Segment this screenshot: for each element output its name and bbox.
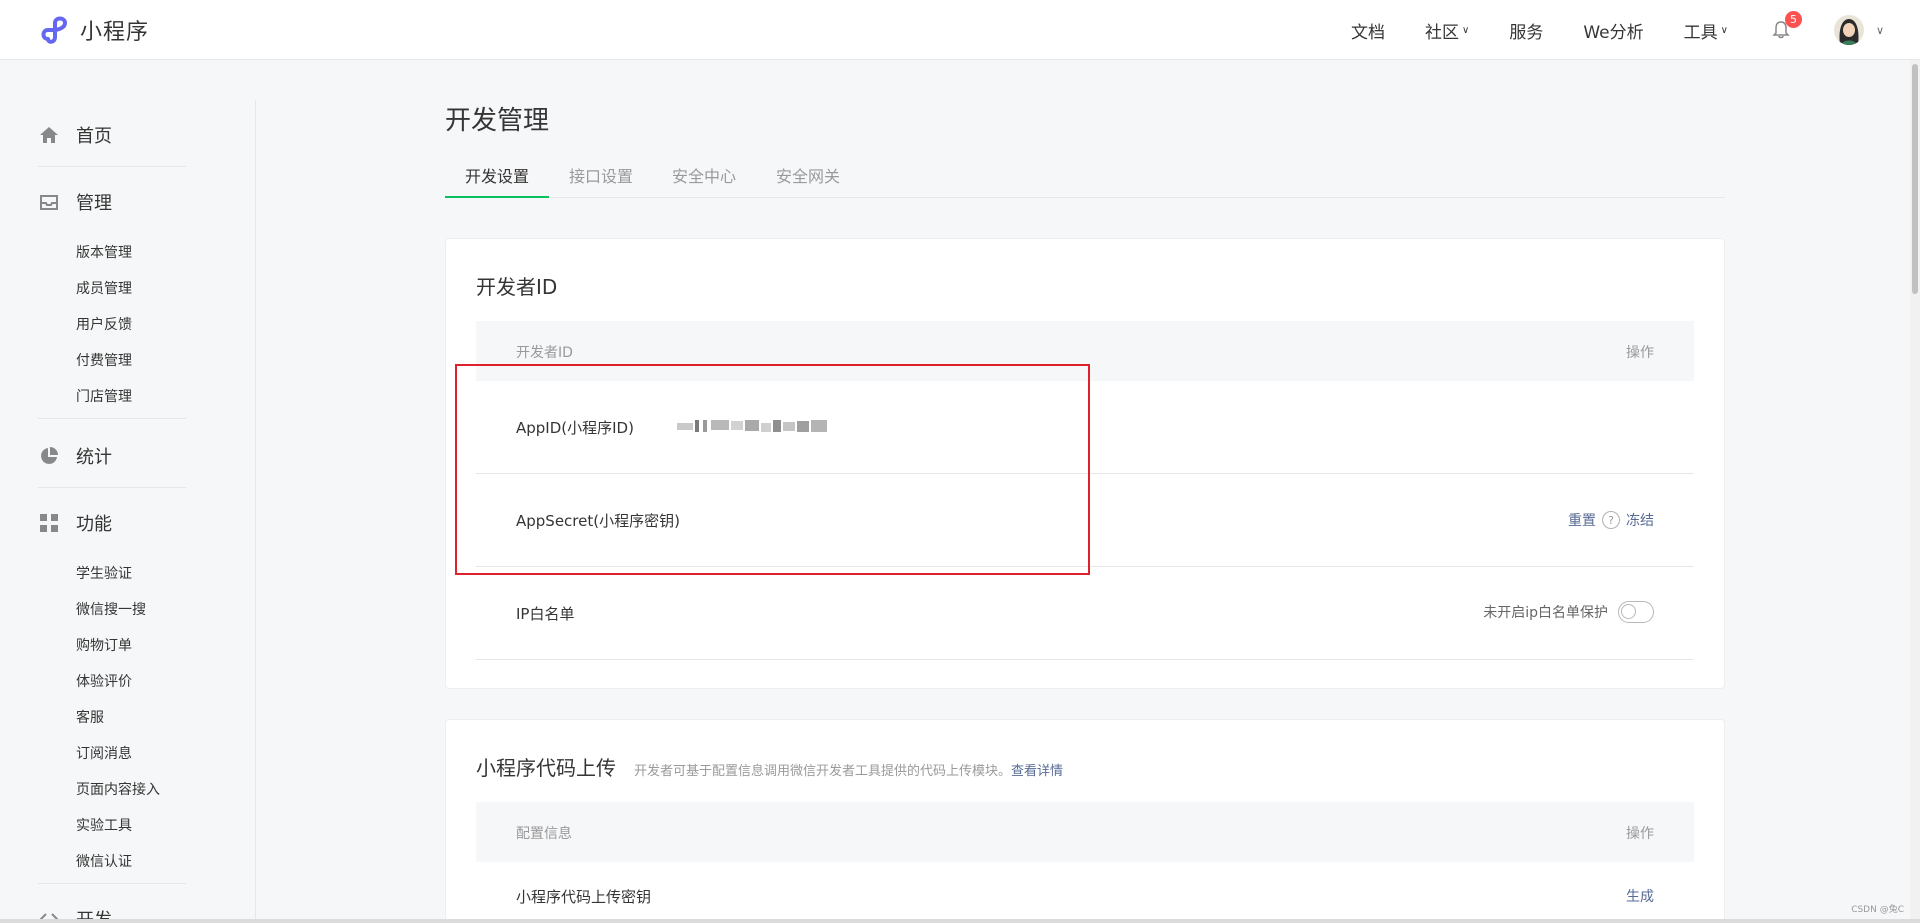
sidebar-item-features[interactable]: 功能 bbox=[38, 510, 112, 536]
view-details-link[interactable]: 查看详情 bbox=[1011, 764, 1063, 779]
ip-whitelist-toggle[interactable] bbox=[1618, 601, 1654, 623]
upload-key-label: 小程序代码上传密钥 bbox=[516, 888, 652, 906]
nav-analytics-label: We分析 bbox=[1583, 22, 1644, 43]
nav-community[interactable]: 社区 ∨ bbox=[1425, 18, 1469, 43]
sidebar-subitem-page-content[interactable]: 页面内容接入 bbox=[76, 779, 160, 799]
toggle-knob bbox=[1621, 604, 1636, 619]
mini-program-logo-icon bbox=[41, 16, 68, 44]
sidebar-subitem-version[interactable]: 版本管理 bbox=[76, 242, 132, 262]
tab-security-gateway[interactable]: 安全网关 bbox=[776, 163, 840, 198]
highlight-annotation-box bbox=[455, 364, 1090, 575]
sidebar-divider bbox=[38, 418, 186, 419]
home-icon bbox=[38, 124, 60, 146]
code-upload-description: 开发者可基于配置信息调用微信开发者工具提供的代码上传模块。 bbox=[634, 764, 1012, 779]
sidebar-item-label: 管理 bbox=[76, 193, 112, 214]
sidebar-subitem-members[interactable]: 成员管理 bbox=[76, 278, 132, 298]
logo-text: 小程序 bbox=[80, 20, 150, 45]
mini-program-logo[interactable]: 小程序 bbox=[38, 13, 149, 47]
sidebar-divider bbox=[38, 883, 186, 884]
tab-dev-settings[interactable]: 开发设置 bbox=[445, 163, 550, 198]
card-title: 开发者ID bbox=[476, 275, 558, 299]
page-scrollbar[interactable] bbox=[1910, 60, 1920, 923]
card-title: 小程序代码上传 开发者可基于配置信息调用微信开发者工具提供的代码上传模块。查看详情 bbox=[476, 752, 1063, 781]
top-nav: 文档 社区 ∨ 服务 We分析 工具 ∨ 5 ∨ bbox=[1311, 0, 1884, 60]
sidebar-subitem-reviews[interactable]: 体验评价 bbox=[76, 671, 132, 691]
appsecret-actions: 重置 ? 冻结 bbox=[1568, 510, 1654, 530]
nav-analytics[interactable]: We分析 bbox=[1583, 18, 1643, 43]
chevron-down-icon: ∨ bbox=[1720, 24, 1728, 36]
sidebar: 首页 管理 版本管理 成员管理 用户反馈 付费管理 门店管理 统计 功能 学生验… bbox=[0, 100, 256, 923]
sidebar-subitem-lab-tools[interactable]: 实验工具 bbox=[76, 815, 132, 835]
sidebar-subitem-stores[interactable]: 门店管理 bbox=[76, 386, 132, 406]
sidebar-subitem-student-verify[interactable]: 学生验证 bbox=[76, 563, 132, 583]
horizontal-scrollbar[interactable] bbox=[0, 919, 1920, 923]
sidebar-item-manage[interactable]: 管理 bbox=[38, 189, 112, 215]
header-config-info: 配置信息 bbox=[516, 826, 572, 842]
sidebar-subitem-subscribe[interactable]: 订阅消息 bbox=[76, 743, 132, 763]
table-row-ip-whitelist: IP白名单 未开启ip白名单保护 bbox=[476, 567, 1694, 660]
ip-whitelist-status: 未开启ip白名单保护 bbox=[1483, 605, 1608, 621]
ip-whitelist-control: 未开启ip白名单保护 bbox=[1483, 601, 1654, 623]
freeze-link[interactable]: 冻结 bbox=[1626, 510, 1654, 530]
notification-badge: 5 bbox=[1784, 11, 1802, 28]
notification-button[interactable]: 5 bbox=[1768, 11, 1802, 43]
nav-tools[interactable]: 工具 ∨ bbox=[1684, 18, 1728, 43]
sidebar-subitem-feedback[interactable]: 用户反馈 bbox=[76, 314, 132, 334]
sidebar-item-label: 功能 bbox=[76, 514, 112, 535]
sidebar-item-label: 统计 bbox=[76, 447, 112, 468]
nav-tools-label: 工具 bbox=[1683, 22, 1718, 43]
chevron-down-icon: ∨ bbox=[1462, 24, 1470, 36]
avatar[interactable] bbox=[1833, 15, 1864, 45]
scrollbar-thumb[interactable] bbox=[1912, 64, 1918, 294]
nav-services-label: 服务 bbox=[1509, 22, 1544, 43]
ip-whitelist-label: IP白名单 bbox=[516, 605, 575, 623]
table-row-upload-key: 小程序代码上传密钥 生成 bbox=[476, 862, 1694, 923]
tab-security-center[interactable]: 安全中心 bbox=[672, 163, 736, 198]
chevron-down-icon[interactable]: ∨ bbox=[1876, 24, 1884, 37]
top-navigation-bar: 小程序 文档 社区 ∨ 服务 We分析 工具 ∨ 5 ∨ bbox=[0, 0, 1920, 60]
reset-link[interactable]: 重置 bbox=[1568, 510, 1596, 530]
sidebar-item-home[interactable]: 首页 bbox=[38, 122, 112, 148]
code-upload-card: 小程序代码上传 开发者可基于配置信息调用微信开发者工具提供的代码上传模块。查看详情… bbox=[445, 719, 1725, 923]
nav-docs-label: 文档 bbox=[1351, 22, 1385, 43]
sidebar-subitem-customer-service[interactable]: 客服 bbox=[76, 707, 104, 727]
header-actions: 操作 bbox=[1626, 345, 1654, 361]
nav-services[interactable]: 服务 bbox=[1509, 18, 1543, 43]
nav-community-label: 社区 bbox=[1425, 22, 1459, 43]
tab-bar: 开发设置 接口设置 安全中心 安全网关 bbox=[445, 163, 1725, 198]
sidebar-subitem-wechat-verify[interactable]: 微信认证 bbox=[76, 851, 132, 871]
page-title: 开发管理 bbox=[445, 106, 550, 136]
sidebar-item-label: 首页 bbox=[76, 126, 112, 147]
inbox-icon bbox=[38, 191, 60, 213]
sidebar-item-stats[interactable]: 统计 bbox=[38, 443, 112, 469]
sidebar-divider bbox=[38, 487, 186, 488]
header-actions: 操作 bbox=[1626, 826, 1654, 842]
code-upload-title: 小程序代码上传 bbox=[476, 756, 616, 780]
generate-link[interactable]: 生成 bbox=[1626, 886, 1654, 906]
nav-docs[interactable]: 文档 bbox=[1351, 18, 1385, 43]
sidebar-subitem-payment[interactable]: 付费管理 bbox=[76, 350, 132, 370]
table-header: 配置信息 操作 bbox=[476, 802, 1694, 862]
header-developer-id: 开发者ID bbox=[516, 345, 573, 361]
avatar-image bbox=[1833, 15, 1864, 45]
pie-chart-icon bbox=[38, 445, 60, 467]
watermark: CSDN @兔C bbox=[1851, 905, 1904, 915]
sidebar-subitem-search[interactable]: 微信搜一搜 bbox=[76, 599, 146, 619]
sidebar-subitem-orders[interactable]: 购物订单 bbox=[76, 635, 132, 655]
help-icon[interactable]: ? bbox=[1602, 511, 1620, 529]
sidebar-divider bbox=[38, 166, 186, 167]
tab-api-settings[interactable]: 接口设置 bbox=[569, 163, 633, 198]
grid-icon bbox=[38, 512, 60, 534]
